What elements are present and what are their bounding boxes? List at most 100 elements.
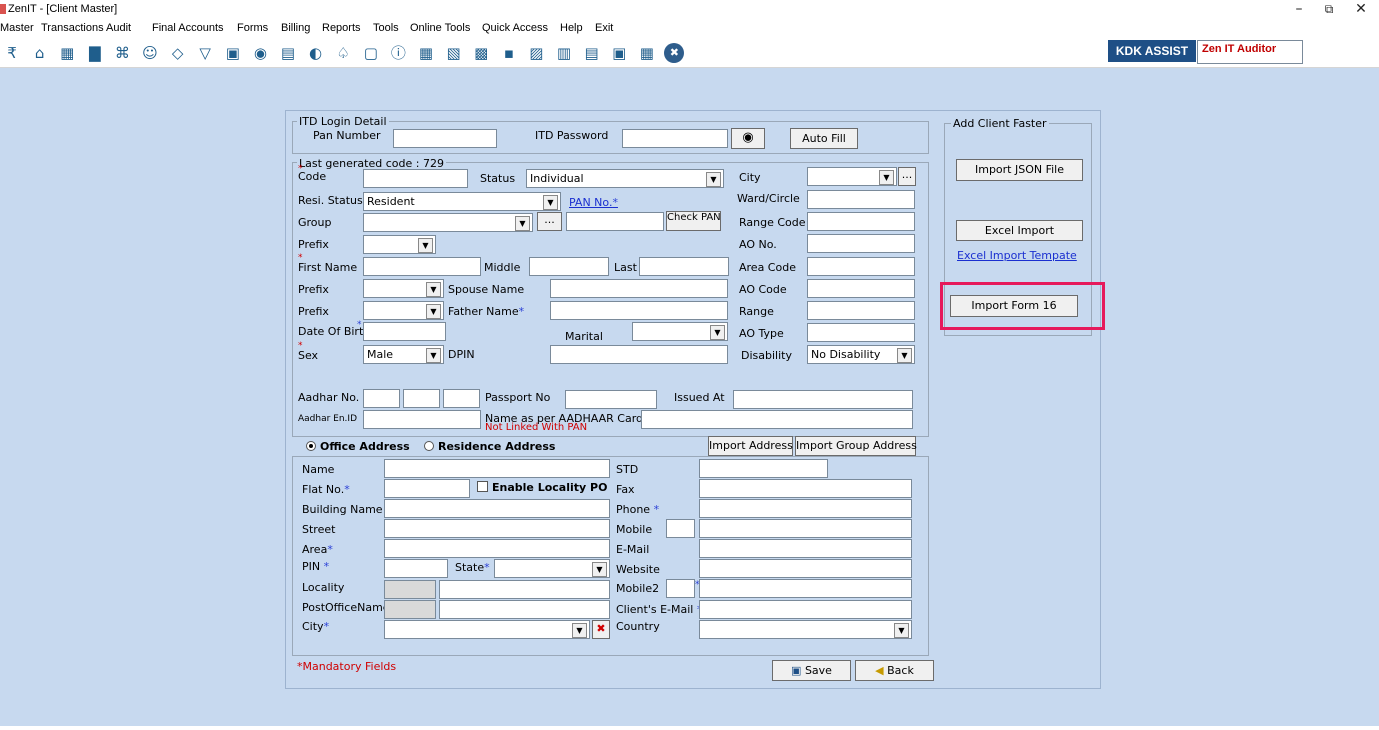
area-code-input[interactable]	[807, 257, 915, 276]
form-icon[interactable]: ▨	[526, 43, 546, 63]
home-icon[interactable]: ⌂	[30, 43, 50, 63]
menu-forms[interactable]: Forms	[237, 22, 268, 34]
zen-it-auditor-button[interactable]: Zen IT Auditor	[1197, 40, 1303, 64]
export-icon[interactable]: ▧	[444, 43, 464, 63]
pan-no-input[interactable]	[566, 212, 664, 231]
last-name-input[interactable]	[639, 257, 729, 276]
aadhar-part3-input[interactable]	[443, 389, 480, 408]
menu-final-accounts[interactable]: Final Accounts	[152, 22, 224, 34]
father-name-input[interactable]	[550, 301, 728, 320]
aadhar-part2-input[interactable]	[403, 389, 440, 408]
locality-input[interactable]	[439, 580, 610, 599]
bs-icon[interactable]: ▥	[554, 43, 574, 63]
pin-input[interactable]	[384, 559, 448, 578]
menu-audit[interactable]: Audit	[106, 22, 131, 34]
range-input[interactable]	[807, 301, 915, 320]
check-pan-button[interactable]: Check PAN	[666, 211, 721, 231]
locality-checkbox-box[interactable]	[477, 481, 488, 492]
menu-master[interactable]: Master	[0, 22, 34, 34]
import-address-button[interactable]: Import Address	[708, 436, 793, 456]
spouse-name-input[interactable]	[550, 279, 728, 298]
filter-icon[interactable]: ▽	[195, 43, 215, 63]
bar-chart-icon[interactable]: ▇	[85, 43, 105, 63]
group-icon[interactable]: ☺	[140, 43, 160, 63]
client-email-input[interactable]	[699, 600, 912, 619]
import-group-address-button[interactable]: Import Group Address	[795, 436, 917, 456]
fax-input[interactable]	[699, 479, 912, 498]
maximize-button[interactable]: ⧉	[1311, 0, 1347, 19]
website-input[interactable]	[699, 559, 912, 578]
menu-help[interactable]: Help	[560, 22, 583, 34]
name-aadhar-input[interactable]	[641, 410, 913, 429]
resi-status-select[interactable]: Resident	[363, 192, 561, 211]
building-input[interactable]	[384, 499, 610, 518]
clear-city-button[interactable]: ✖	[592, 620, 610, 639]
calculator-icon[interactable]: ▤	[278, 43, 298, 63]
mobile2-input[interactable]	[699, 579, 912, 598]
post-office-input[interactable]	[439, 600, 610, 619]
excel-import-button[interactable]: Excel Import	[956, 220, 1083, 241]
ao-code-input[interactable]	[807, 279, 915, 298]
client-city-select[interactable]	[807, 167, 897, 186]
dpin-input[interactable]	[550, 345, 728, 364]
pie-icon[interactable]: ◐	[306, 43, 326, 63]
city-more-button[interactable]: ...	[898, 167, 916, 186]
close-circle-icon[interactable]: ✖	[664, 43, 685, 63]
residence-radio-dot[interactable]	[424, 441, 434, 451]
calendar-icon[interactable]: ▩	[471, 43, 491, 63]
close-button[interactable]: ✕	[1343, 0, 1379, 19]
mobile2-code-input[interactable]	[666, 579, 695, 598]
gift-icon[interactable]: ⌘	[112, 43, 132, 63]
tag-icon[interactable]: ◇	[168, 43, 188, 63]
menu-reports[interactable]: Reports	[322, 22, 361, 34]
street-input[interactable]	[384, 519, 610, 538]
locality-code-input[interactable]	[384, 580, 436, 599]
flat-no-input[interactable]	[384, 479, 470, 498]
addr-city-select[interactable]	[384, 620, 590, 639]
back-button[interactable]: ◀ Back	[855, 660, 934, 681]
office-radio-dot[interactable]	[306, 441, 316, 451]
ao-no-input[interactable]	[807, 234, 915, 253]
pc-icon[interactable]: ▪	[499, 43, 519, 63]
father-prefix-select[interactable]	[363, 301, 444, 320]
residence-address-radio[interactable]: Residence Address	[424, 440, 555, 453]
area-input[interactable]	[384, 539, 610, 558]
status-select[interactable]: Individual	[526, 169, 724, 188]
eye-icon[interactable]: ◉	[250, 43, 270, 63]
marital-select[interactable]	[632, 322, 728, 341]
range-code-input[interactable]	[807, 212, 915, 231]
kdk-assist-button[interactable]: KDK ASSIST	[1108, 40, 1196, 62]
aadhar-enrolment-input[interactable]	[363, 410, 481, 429]
group-select[interactable]	[363, 213, 533, 232]
tax-icon[interactable]: ▣	[223, 43, 243, 63]
office-address-radio[interactable]: Office Address	[306, 440, 410, 453]
passport-input[interactable]	[565, 390, 657, 409]
menu-transactions[interactable]: Transactions	[41, 22, 104, 34]
ao-type-input[interactable]	[807, 323, 915, 342]
middle-name-input[interactable]	[529, 257, 609, 276]
prefix-select[interactable]	[363, 235, 436, 254]
excel-template-link[interactable]: Excel Import Tempate	[957, 249, 1077, 262]
group-more-button[interactable]: ...	[537, 212, 562, 231]
code-input[interactable]	[363, 169, 468, 188]
sex-select[interactable]: Male	[363, 345, 444, 364]
scd-icon[interactable]: ▣	[609, 43, 629, 63]
issued-at-input[interactable]	[733, 390, 913, 409]
state-select[interactable]	[494, 559, 610, 578]
email-input[interactable]	[699, 539, 912, 558]
import-json-button[interactable]: Import JSON File	[956, 159, 1083, 181]
phone-input[interactable]	[699, 499, 912, 518]
std-input[interactable]	[699, 459, 828, 478]
auto-fill-button[interactable]: Auto Fill	[790, 128, 858, 149]
document-icon[interactable]: ▢	[361, 43, 381, 63]
itd-password-input[interactable]	[622, 129, 728, 148]
spouse-prefix-select[interactable]	[363, 279, 444, 298]
enable-locality-checkbox[interactable]: Enable Locality PO	[477, 480, 607, 494]
country-select[interactable]	[699, 620, 912, 639]
pay-icon[interactable]: ♤	[333, 43, 353, 63]
pan-number-input[interactable]	[393, 129, 497, 148]
menu-quick-access[interactable]: Quick Access	[482, 22, 548, 34]
show-password-button[interactable]: ◉	[731, 128, 765, 149]
first-name-input[interactable]	[363, 257, 481, 276]
menu-billing[interactable]: Billing	[281, 22, 310, 34]
